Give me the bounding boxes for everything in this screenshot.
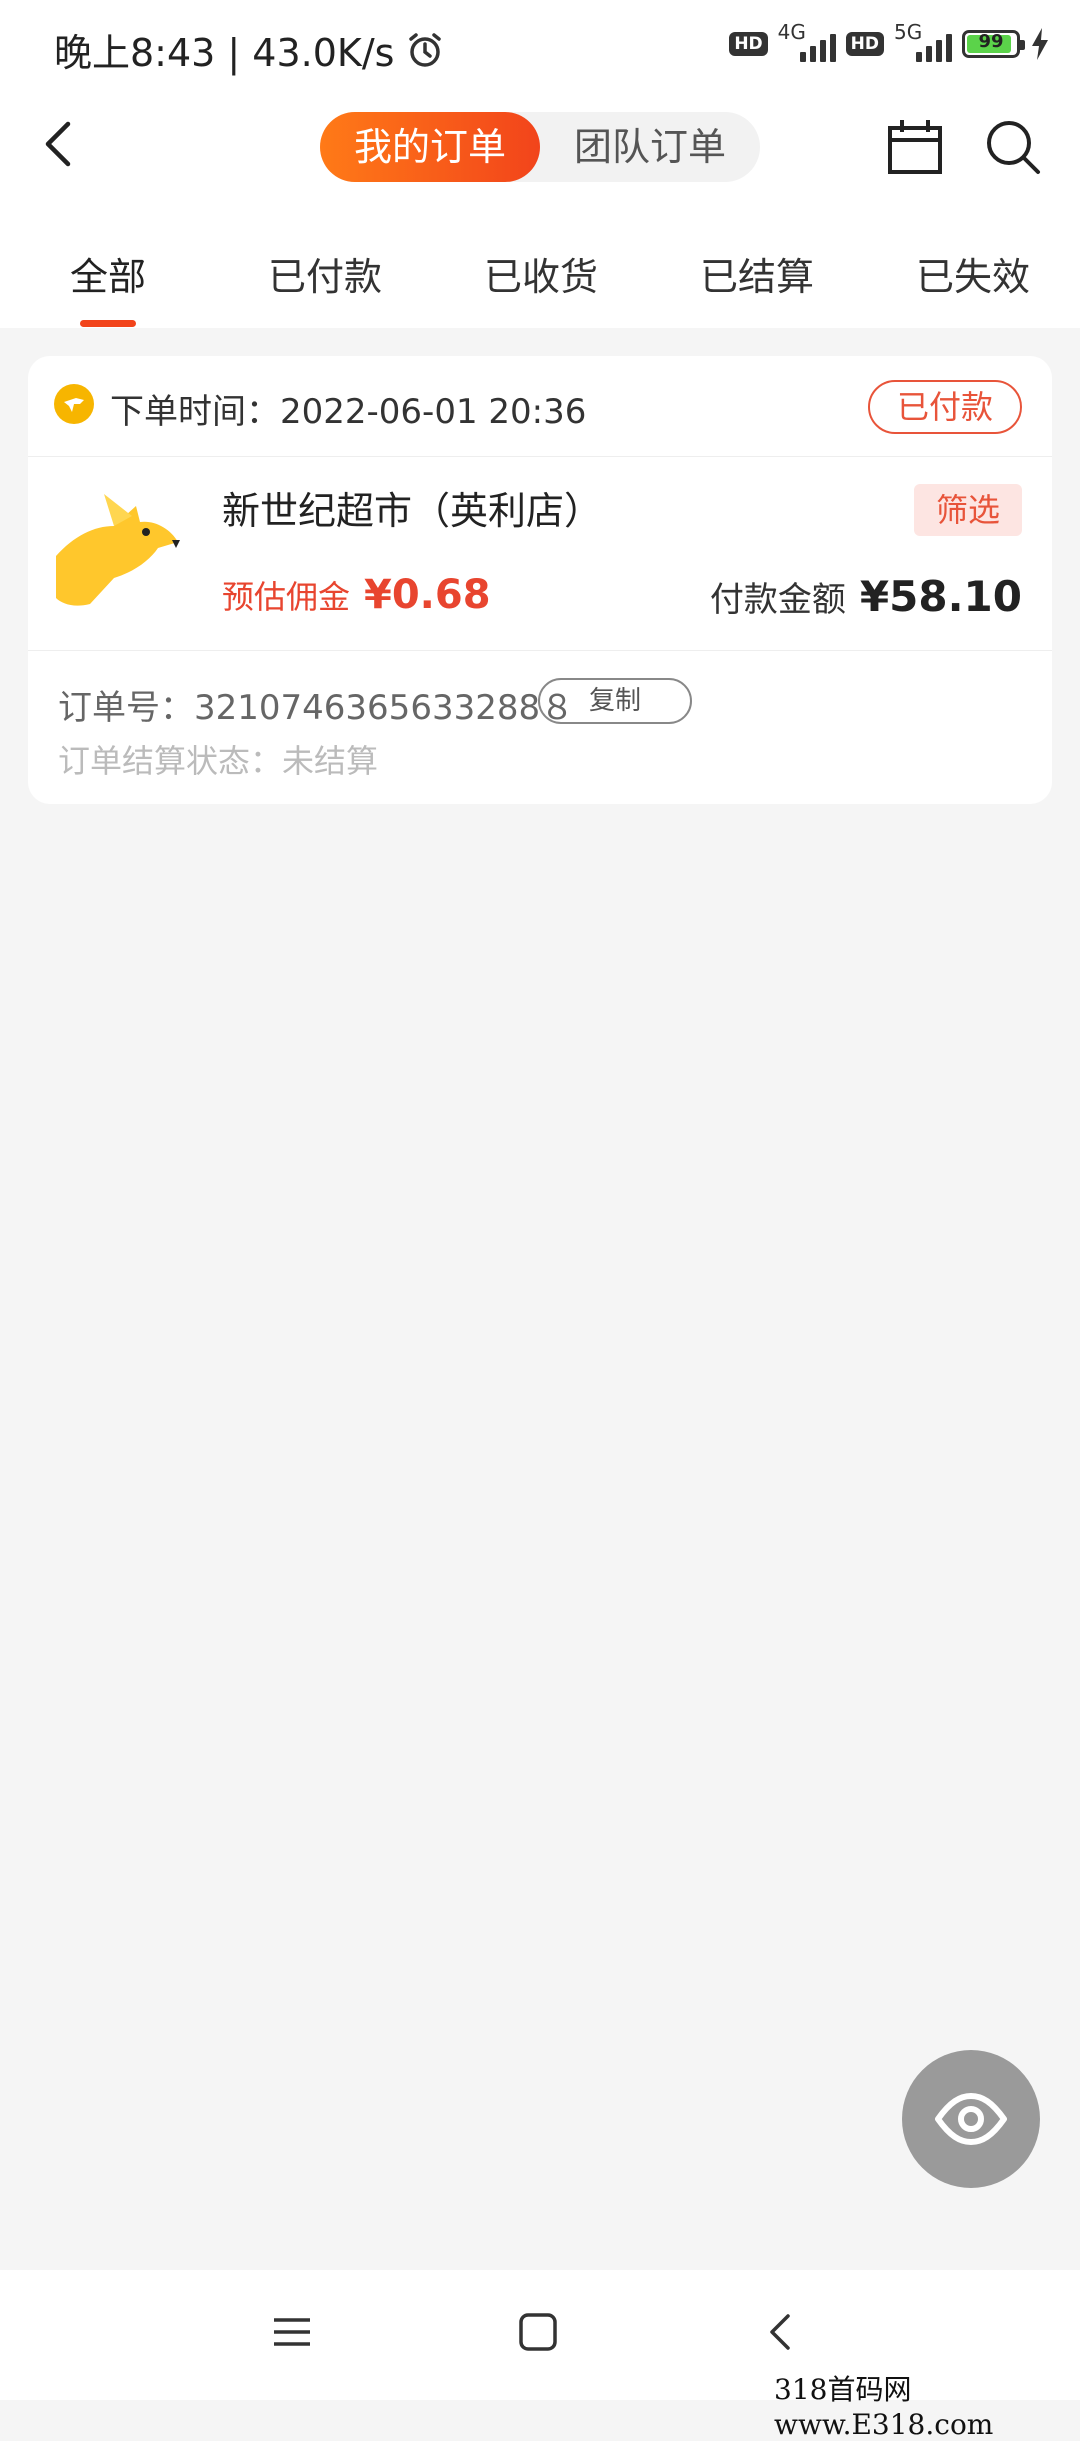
tab-my-orders[interactable]: 我的订单: [320, 112, 540, 182]
status-badge: 已付款: [868, 380, 1022, 434]
charging-icon: [1032, 28, 1048, 60]
signal-5g-icon: 5G: [894, 20, 952, 64]
top-header: 我的订单 团队订单: [0, 96, 1080, 206]
commission-label: 预估佣金: [222, 578, 351, 616]
order-status-tabs: 全部 已付款 已收货 已结算 已失效: [0, 206, 1080, 328]
payment-amount: 付款金额 ¥58.10: [710, 572, 1022, 621]
copy-button[interactable]: 复制: [538, 678, 692, 724]
time-speed-text: 晚上8:43 | 43.0K/s: [54, 31, 395, 75]
shop-name: 新世纪超市（英利店）: [222, 489, 603, 533]
tab-invalid[interactable]: 已失效: [916, 246, 1030, 301]
order-card[interactable]: 下单时间：2022-06-01 20:36 已付款 新世纪超市（英利店） 筛选 …: [28, 356, 1052, 804]
status-right: HD 4G HD 5G 99: [729, 20, 1050, 64]
hd-badge-2: HD: [845, 32, 884, 56]
kangaroo-logo-icon: [56, 494, 180, 606]
menu-icon[interactable]: [270, 2310, 314, 2354]
status-left: 晚上8:43 | 43.0K/s: [54, 22, 444, 77]
tab-paid[interactable]: 已付款: [268, 246, 382, 301]
nav-back-icon[interactable]: [760, 2308, 804, 2356]
signal-4g-icon: 4G: [778, 20, 836, 64]
commission-amount: ¥0.68: [364, 572, 491, 618]
eye-icon: [935, 2093, 1007, 2145]
tab-received[interactable]: 已收货: [484, 246, 598, 301]
calendar-icon[interactable]: [884, 116, 946, 178]
pay-label: 付款金额: [709, 580, 846, 620]
tab-settled[interactable]: 已结算: [700, 246, 814, 301]
active-tab-indicator: [80, 320, 136, 327]
filter-tag[interactable]: 筛选: [914, 484, 1022, 536]
alarm-icon: [409, 32, 442, 67]
settle-status: 订单结算状态：未结算: [58, 742, 379, 780]
battery-icon: 99: [962, 30, 1025, 58]
watermark: 318首码网 www.E318.com: [774, 2373, 994, 2441]
meituan-icon: [54, 384, 94, 424]
order-type-switch: 我的订单 团队订单: [320, 112, 760, 182]
divider: [28, 650, 1052, 651]
order-time: 下单时间：2022-06-01 20:36: [110, 392, 587, 432]
order-card-header: 下单时间：2022-06-01 20:36 已付款: [28, 356, 1052, 457]
hd-badge: HD: [729, 32, 768, 56]
tab-team-orders[interactable]: 团队订单: [550, 112, 750, 182]
search-icon[interactable]: [982, 116, 1044, 178]
visibility-toggle-button[interactable]: [902, 2050, 1040, 2188]
status-bar: 晚上8:43 | 43.0K/s HD 4G HD 5G 99: [0, 0, 1080, 96]
estimated-commission: 预估佣金 ¥0.68: [222, 572, 491, 618]
home-icon[interactable]: [516, 2310, 560, 2354]
tab-all[interactable]: 全部: [70, 246, 146, 301]
pay-amount: ¥58.10: [859, 572, 1022, 621]
back-icon[interactable]: [32, 114, 92, 174]
order-number: 订单号：3210746365633288８: [58, 688, 575, 728]
